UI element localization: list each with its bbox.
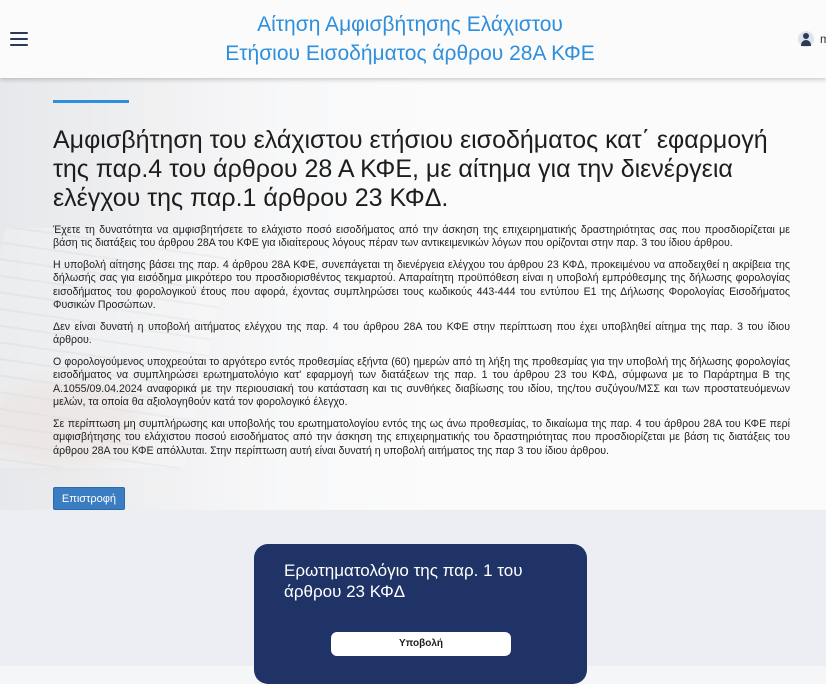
- hero-section: Αμφισβήτηση του ελάχιστου ετήσιου εισοδή…: [0, 78, 826, 510]
- back-button[interactable]: Επιστροφή: [53, 487, 125, 510]
- hamburger-menu-icon[interactable]: [10, 32, 28, 46]
- info-paragraph: Ο φορολογούμενος υποχρεούται το αργότερο…: [53, 356, 790, 409]
- info-paragraph: Σε περίπτωση μη συμπλήρωσης και υποβολής…: [53, 417, 790, 457]
- app-title-line1: Αίτηση Αμφισβήτησης Ελάχιστου: [257, 13, 563, 36]
- user-name: m: [820, 32, 826, 46]
- info-paragraph: Η υποβολή αίτησης βάσει της παρ. 4 άρθρο…: [53, 259, 790, 312]
- info-paragraph: Δεν είναι δυνατή η υποβολή αιτήματος ελέ…: [53, 320, 790, 347]
- app-title-line2: Ετήσιου Εισοδήματος άρθρου 28Α ΚΦΕ: [225, 42, 595, 65]
- questionnaire-card-title: Ερωτηματολόγιο της παρ. 1 του άρθρου 23 …: [284, 561, 523, 601]
- submit-button[interactable]: Υποβολή: [331, 632, 511, 656]
- info-text: Έχετε τη δυνατότητα να αμφισβητήσετε το …: [53, 224, 790, 466]
- title-accent-bar: [53, 100, 129, 103]
- user-icon: [798, 31, 814, 47]
- questionnaire-card: Ερωτηματολόγιο της παρ. 1 του άρθρου 23 …: [254, 544, 587, 684]
- info-paragraph: Έχετε τη δυνατότητα να αμφισβητήσετε το …: [53, 224, 790, 250]
- page-title: Αμφισβήτηση του ελάχιστου ετήσιου εισοδή…: [53, 126, 768, 212]
- app-title: Αίτηση Αμφισβήτησης Ελάχιστου Ετήσιου Ει…: [200, 10, 620, 68]
- app-header: Αίτηση Αμφισβήτησης Ελάχιστου Ετήσιου Ει…: [0, 0, 826, 78]
- user-menu[interactable]: m: [796, 28, 826, 50]
